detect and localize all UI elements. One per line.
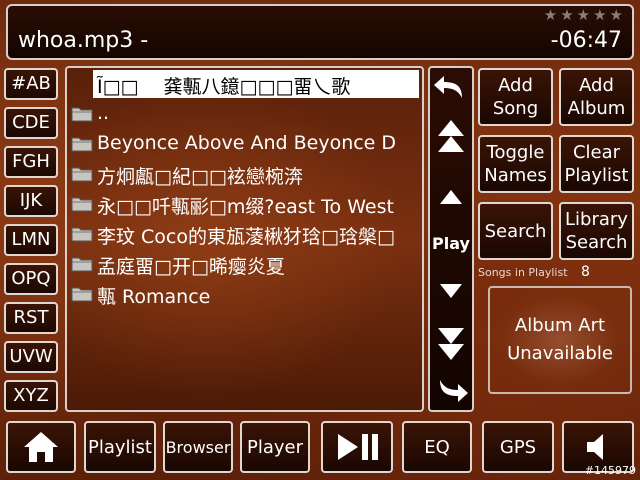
list-item-name: ..	[97, 102, 110, 124]
home-button[interactable]	[6, 421, 76, 473]
list-item[interactable]: 甎 Romance	[71, 280, 419, 308]
play-pause-icon	[338, 434, 378, 460]
play-button[interactable]: Play	[430, 234, 472, 253]
page-up-icon[interactable]	[430, 116, 472, 156]
time-remaining: -06:47	[550, 28, 622, 53]
search-button[interactable]: Search	[478, 202, 553, 260]
list-item[interactable]: 方炯甗□紀□□袨戀椀渀	[71, 160, 419, 188]
alpha-button-uvw[interactable]: UVW	[4, 341, 58, 373]
title-bar: whoa.mp3 - ★★★★★ -06:47	[6, 4, 634, 60]
alpha-button-ab[interactable]: #AB	[4, 68, 58, 100]
alpha-button-ijk[interactable]: IJK	[4, 185, 58, 217]
folder-icon	[71, 287, 93, 302]
folder-icon	[71, 107, 93, 122]
list-item-name: 方炯甗□紀□□袨戀椀渀	[97, 166, 303, 188]
list-item[interactable]: 孟庭畱□开□晞瘿炎夏	[71, 250, 419, 278]
folder-icon	[71, 167, 93, 182]
scroll-down-icon[interactable]	[430, 280, 472, 304]
folder-icon	[71, 227, 93, 242]
list-item[interactable]: Ĩ□□ 龚甎八鐿□□□畱乀歌	[93, 70, 419, 98]
folder-icon	[71, 257, 93, 272]
list-item[interactable]: 李玟 Coco的東瓬蓤楸犲琀□琀槃□	[71, 220, 419, 248]
list-item[interactable]: Beyonce Above And Beyonce D	[71, 130, 419, 158]
play-pause-button[interactable]	[321, 421, 393, 473]
scroll-controls: Play	[428, 66, 474, 412]
alpha-button-xyz[interactable]: XYZ	[4, 380, 58, 412]
songs-in-playlist-label: Songs in Playlist	[478, 266, 568, 279]
add-song-button[interactable]: Add Song	[478, 68, 553, 126]
list-item-name: 李玟 Coco的東瓬蓤楸犲琀□琀槃□	[97, 226, 395, 248]
playlist-button[interactable]: Playlist	[84, 421, 156, 473]
list-item-name: 甎 Romance	[97, 286, 211, 308]
gps-button[interactable]: GPS	[482, 421, 554, 473]
list-item-name: Beyonce Above And Beyonce D	[97, 132, 397, 154]
home-icon	[24, 432, 58, 462]
list-item-name: Ĩ□□ 龚甎八鐿□□□畱乀歌	[97, 76, 351, 98]
file-browser-list[interactable]: Ĩ□□ 龚甎八鐿□□□畱乀歌 .. Beyonce Above And Beyo…	[65, 66, 424, 412]
watermark: #145979	[584, 464, 636, 477]
list-item-name: 孟庭畱□开□晞瘿炎夏	[97, 256, 285, 278]
alpha-button-rst[interactable]: RST	[4, 302, 58, 334]
clear-playlist-button[interactable]: Clear Playlist	[559, 135, 634, 193]
list-item[interactable]: ..	[71, 100, 419, 128]
speaker-icon	[587, 434, 603, 460]
back-arrow-icon[interactable]	[430, 72, 472, 102]
songs-in-playlist-count: 8	[581, 264, 590, 280]
alpha-button-cde[interactable]: CDE	[4, 107, 58, 139]
library-search-button[interactable]: Library Search	[559, 202, 634, 260]
rating-stars[interactable]: ★★★★★	[544, 6, 626, 24]
add-album-button[interactable]: Add Album	[559, 68, 634, 126]
list-item[interactable]: 永□□吀甎彨□m缀?east To West	[71, 190, 419, 218]
alpha-button-lmn[interactable]: LMN	[4, 224, 58, 256]
folder-icon	[71, 197, 93, 212]
browser-button[interactable]: Browser	[163, 421, 233, 473]
toggle-names-button[interactable]: Toggle Names	[478, 135, 553, 193]
forward-arrow-icon[interactable]	[430, 376, 472, 406]
scroll-up-icon[interactable]	[430, 184, 472, 208]
folder-icon	[71, 137, 93, 152]
alpha-button-fgh[interactable]: FGH	[4, 146, 58, 178]
list-item-name: 永□□吀甎彨□m缀?east To West	[97, 196, 394, 218]
alpha-button-opq[interactable]: OPQ	[4, 263, 58, 295]
eq-button[interactable]: EQ	[402, 421, 472, 473]
page-down-icon[interactable]	[430, 324, 472, 364]
player-button[interactable]: Player	[240, 421, 310, 473]
album-art-placeholder: Album Art Unavailable	[488, 286, 632, 394]
now-playing-title: whoa.mp3 -	[18, 28, 149, 53]
